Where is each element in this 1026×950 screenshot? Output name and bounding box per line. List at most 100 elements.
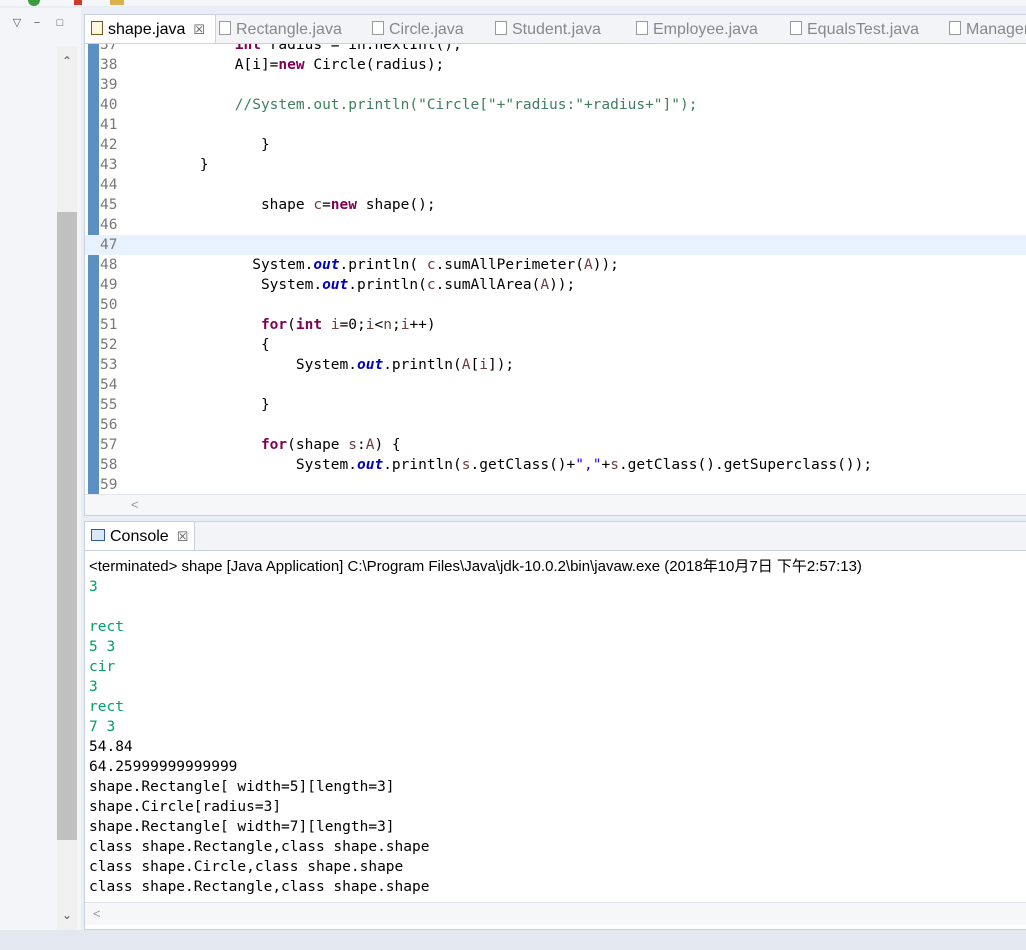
scroll-left-icon[interactable]: < xyxy=(131,497,139,512)
scrollbar-thumb[interactable] xyxy=(57,212,77,840)
code-line[interactable]: 44 xyxy=(85,175,1026,195)
line-number: 40 xyxy=(100,97,118,113)
code-line[interactable]: 45 shape c=new shape(); xyxy=(85,195,1026,215)
line-number: 58 xyxy=(100,457,118,473)
code-text: A[i]=new Circle(radius); xyxy=(130,55,445,75)
code-token: .getClass().getSuperclass()); xyxy=(618,457,873,473)
tab-label: shape.java xyxy=(108,21,186,38)
vertical-scrollbar[interactable]: ⌃ ⌄ xyxy=(57,46,77,932)
stop-icon[interactable] xyxy=(74,0,82,5)
tab-console[interactable]: Console ☒ xyxy=(85,522,196,550)
line-number: 46 xyxy=(100,217,118,233)
code-line[interactable]: 53 System.out.println(A[i]); xyxy=(85,355,1026,375)
code-text: for(shape s:A) { xyxy=(130,435,401,455)
line-number: 43 xyxy=(100,157,118,173)
code-line[interactable]: 38 A[i]=new Circle(radius); xyxy=(85,55,1026,75)
line-number: 55 xyxy=(100,397,118,413)
tab-shape-java[interactable]: shape.java ☒ xyxy=(85,15,216,43)
minimized-view-panel: ▽ − □ ⌃ ⌄ xyxy=(0,8,81,934)
code-line[interactable]: 58 System.out.println(s.getClass()+","+s… xyxy=(85,455,1026,475)
editor-horizontal-scrollbar[interactable]: < xyxy=(85,494,1026,515)
code-line[interactable]: 48 System.out.println( c.sumAllPerimeter… xyxy=(85,255,1026,275)
code-line[interactable]: 47 xyxy=(85,235,1026,255)
console-line: 7 3 xyxy=(89,719,116,735)
code-token: =0; xyxy=(339,317,366,333)
code-token: .sumAllPerimeter( xyxy=(435,257,584,273)
code-token: ) { xyxy=(374,437,401,453)
code-token: for xyxy=(260,317,288,333)
java-file-icon xyxy=(91,21,103,35)
code-token: int xyxy=(234,44,261,53)
console-line: 64.25999999999999 xyxy=(89,759,238,775)
java-file-icon xyxy=(495,21,507,35)
tab-rectangle-java[interactable]: Rectangle.java xyxy=(219,15,342,43)
maximize-icon[interactable]: □ xyxy=(53,16,67,30)
code-line[interactable]: 49 System.out.println(c.sumAllArea(A)); xyxy=(85,275,1026,295)
code-token: .sumAllArea( xyxy=(435,277,541,293)
code-line[interactable]: 57 for(shape s:A) { xyxy=(85,435,1026,455)
console-line: rect xyxy=(89,619,124,635)
code-line[interactable]: 51 for(int i=0;i<n;i++) xyxy=(85,315,1026,335)
code-token: out xyxy=(356,357,384,373)
code-token: shape xyxy=(130,197,314,213)
code-line[interactable]: 42 } xyxy=(85,135,1026,155)
line-number: 49 xyxy=(100,277,118,293)
status-bar xyxy=(0,930,1026,950)
code-text: int radius = in.nextInt(); xyxy=(130,44,462,55)
tab-manager[interactable]: Manager xyxy=(949,15,1026,43)
console-horizontal-scrollbar[interactable]: < xyxy=(85,902,1026,925)
code-text: System.out.println(s.getClass()+","+s.ge… xyxy=(130,455,872,475)
code-line[interactable]: 41 xyxy=(85,115,1026,135)
code-line[interactable]: 37 int radius = in.nextInt(); xyxy=(85,44,1026,55)
tab-equalstest-java[interactable]: EqualsTest.java xyxy=(790,15,919,43)
console-tab-label: Console xyxy=(110,528,169,545)
code-line[interactable]: 43 } xyxy=(85,155,1026,175)
code-line[interactable]: 56 xyxy=(85,415,1026,435)
tab-employee-java[interactable]: Employee.java xyxy=(636,15,758,43)
editor-tab-bar: shape.java ☒ Rectangle.java Circle.java S… xyxy=(85,15,1026,44)
console-line: shape.Rectangle[ width=7][length=3] xyxy=(89,819,395,835)
code-token: out xyxy=(322,277,349,293)
scroll-down-icon[interactable]: ⌄ xyxy=(60,908,74,922)
console-line: rect xyxy=(89,699,124,715)
code-line[interactable]: 59 xyxy=(85,475,1026,494)
code-line[interactable]: 55 } xyxy=(85,395,1026,415)
scroll-up-icon[interactable]: ⌃ xyxy=(60,54,74,68)
run-icon[interactable] xyxy=(28,0,40,6)
code-line[interactable]: 54 xyxy=(85,375,1026,395)
minimize-icon[interactable]: − xyxy=(30,16,44,30)
code-line[interactable]: 52 { xyxy=(85,335,1026,355)
code-token: System. xyxy=(130,457,357,473)
code-token: .println( xyxy=(348,277,427,293)
close-icon[interactable]: ☒ xyxy=(177,529,189,544)
code-line[interactable]: 39 xyxy=(85,75,1026,95)
code-token: System. xyxy=(130,277,323,293)
line-number: 57 xyxy=(100,437,118,453)
tab-student-java[interactable]: Student.java xyxy=(495,15,601,43)
console-line: 3 xyxy=(89,679,98,695)
code-token: { xyxy=(130,337,270,353)
code-text: System.out.println( c.sumAllPerimeter(A)… xyxy=(130,255,619,275)
code-token: shape(); xyxy=(357,197,436,213)
console-line: 54.84 xyxy=(89,739,133,755)
line-number: 51 xyxy=(100,317,118,333)
code-line[interactable]: 50 xyxy=(85,295,1026,315)
code-area[interactable]: 37 int radius = in.nextInt(); 38 A[i]=new… xyxy=(85,44,1026,494)
close-icon[interactable]: ☒ xyxy=(193,22,205,37)
scroll-left-icon[interactable]: < xyxy=(93,906,101,921)
console-line: shape.Circle[radius=3] xyxy=(89,799,282,815)
code-line[interactable]: 40 //System.out.println("Circle["+"radiu… xyxy=(85,95,1026,115)
code-text: //System.out.println("Circle["+"radius:"… xyxy=(130,95,698,115)
view-menu-icon[interactable]: ▽ xyxy=(10,16,24,30)
console-line: cir xyxy=(89,659,116,675)
code-line[interactable]: 46 xyxy=(85,215,1026,235)
console-output[interactable]: 3 rect 5 3 cir 3 rect 7 3 54.84 64.2599999999999… xyxy=(89,577,429,897)
folder-icon[interactable] xyxy=(110,0,124,5)
tab-circle-java[interactable]: Circle.java xyxy=(372,15,464,43)
code-token: c xyxy=(313,197,323,213)
code-token: .println( xyxy=(383,457,462,473)
